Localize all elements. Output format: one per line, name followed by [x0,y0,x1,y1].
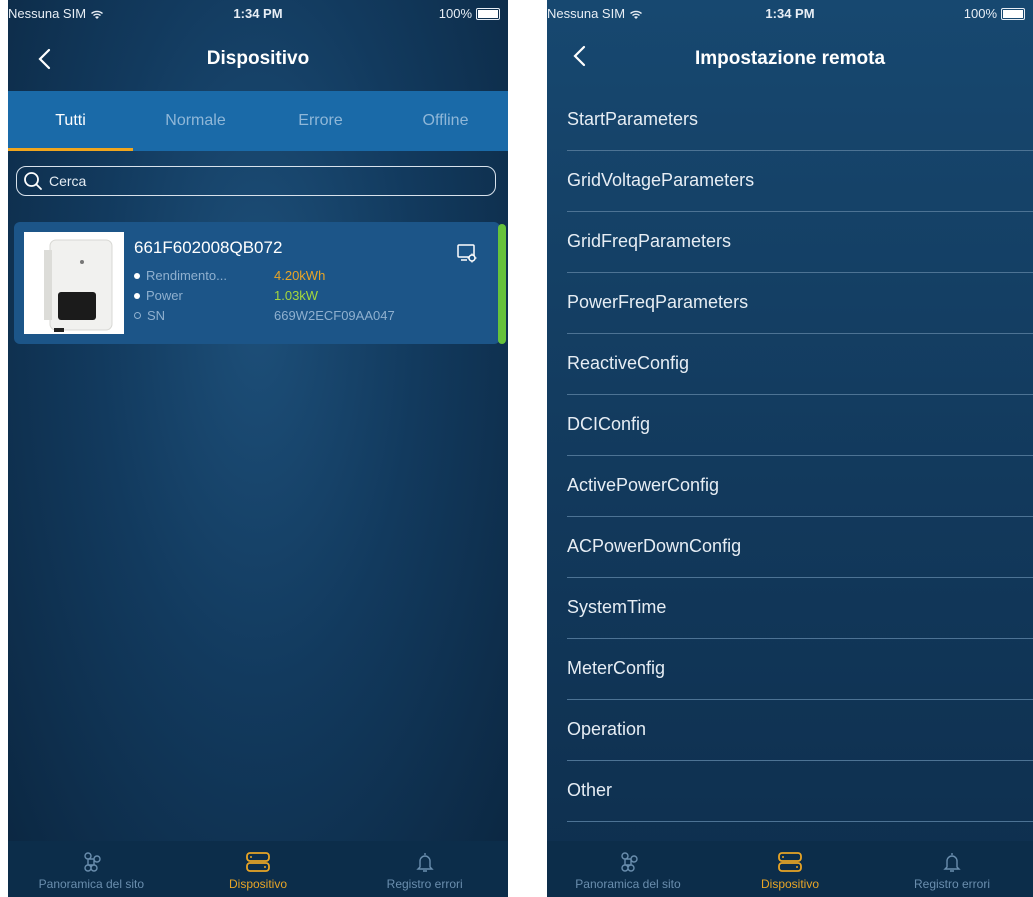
setting-item[interactable]: GridVoltageParameters [567,151,1033,212]
device-icon [778,852,802,872]
nav-site-overview-label: Panoramica del sito [38,877,145,891]
nav-site-overview-label: Panoramica del sito [575,877,681,891]
yield-label: Rendimento... [146,268,227,283]
page-title: Dispositivo [206,48,310,69]
bottom-nav: Panoramica del sito Dispositivo Registro… [8,841,508,897]
battery-percent: 100% [438,6,472,21]
site-overview-icon [84,852,101,872]
tab-tutti[interactable]: Tutti [8,91,133,151]
setting-item[interactable]: SystemTime [567,578,1033,639]
power-label: Power [146,288,183,303]
search-box [16,166,496,196]
bell-icon [415,853,434,872]
inverter-image [24,232,124,334]
nav-site-overview[interactable]: Panoramica del sito [547,841,709,897]
site-overview-icon [621,852,638,872]
setting-item[interactable]: GridFreqParameters [567,212,1033,273]
sn-icon [134,312,141,319]
status-time: 1:34 PM [233,6,283,21]
device-name: 661F602008QB072 [134,238,283,257]
bullet-icon [134,272,140,279]
device-icon [246,852,270,872]
nav-bar: Dispositivo [8,30,508,88]
nav-device-label: Dispositivo [228,877,288,891]
nav-site-overview[interactable]: Panoramica del sito [8,841,175,897]
nav-error-log-label: Registro errori [386,877,463,891]
nav-error-log[interactable]: Registro errori [871,841,1033,897]
tab-offline[interactable]: Offline [383,91,508,151]
sn-label: SN [147,308,166,323]
settings-list: StartParameters GridVoltageParameters Gr… [547,90,1033,822]
bullet-icon [134,292,140,299]
setting-item[interactable]: MeterConfig [567,639,1033,700]
status-time: 1:34 PM [765,6,815,21]
power-row: Power 1.03kW [134,288,318,303]
status-bar: Nessuna SIM 1:34 PM 100% [8,0,508,26]
nav-device[interactable]: Dispositivo [175,841,342,897]
status-bar: Nessuna SIM 1:34 PM 100% [547,0,1033,26]
tab-errore[interactable]: Errore [258,91,383,151]
page-title: Impostazione remota [694,48,886,69]
search-input[interactable] [47,172,471,190]
setting-item[interactable]: Other [567,761,1033,822]
tab-normale[interactable]: Normale [133,91,258,151]
battery-percent: 100% [963,6,997,21]
sn-row: SN 669W2ECF09AA047 [134,308,395,323]
nav-device[interactable]: Dispositivo [709,841,871,897]
nav-bar: Impostazione remota [547,28,1033,86]
remote-settings-icon[interactable] [456,242,478,264]
nav-error-log-label: Registro errori [913,877,991,891]
setting-item[interactable]: ActivePowerConfig [567,456,1033,517]
setting-item[interactable]: Operation [567,700,1033,761]
search-icon [24,172,42,190]
remote-settings-screen: Nessuna SIM 1:34 PM 100% Impostazione re… [547,0,1033,897]
online-indicator [498,224,506,344]
bottom-nav: Panoramica del sito Dispositivo Registro… [547,841,1033,897]
setting-item[interactable]: StartParameters [567,90,1033,151]
yield-row: Rendimento... 4.20kWh [134,268,325,283]
nav-device-label: Dispositivo [760,877,820,891]
bell-icon [943,853,961,872]
device-screen: Nessuna SIM 1:34 PM 100% Dispositivo Tut… [8,0,508,897]
setting-item[interactable]: PowerFreqParameters [567,273,1033,334]
battery-icon [476,7,500,20]
power-value: 1.03kW [274,288,319,303]
setting-item[interactable]: ReactiveConfig [567,334,1033,395]
sn-value: 669W2ECF09AA047 [274,308,395,323]
yield-value: 4.20kWh [274,268,326,283]
filter-tabs: Tutti Normale Errore Offline [8,91,508,151]
setting-item[interactable]: DCIConfig [567,395,1033,456]
device-card[interactable]: 661F602008QB072 Rendimento... 4.20kWh Po… [14,222,506,344]
battery-icon [1001,7,1025,20]
setting-item[interactable]: ACPowerDownConfig [567,517,1033,578]
nav-error-log[interactable]: Registro errori [341,841,508,897]
